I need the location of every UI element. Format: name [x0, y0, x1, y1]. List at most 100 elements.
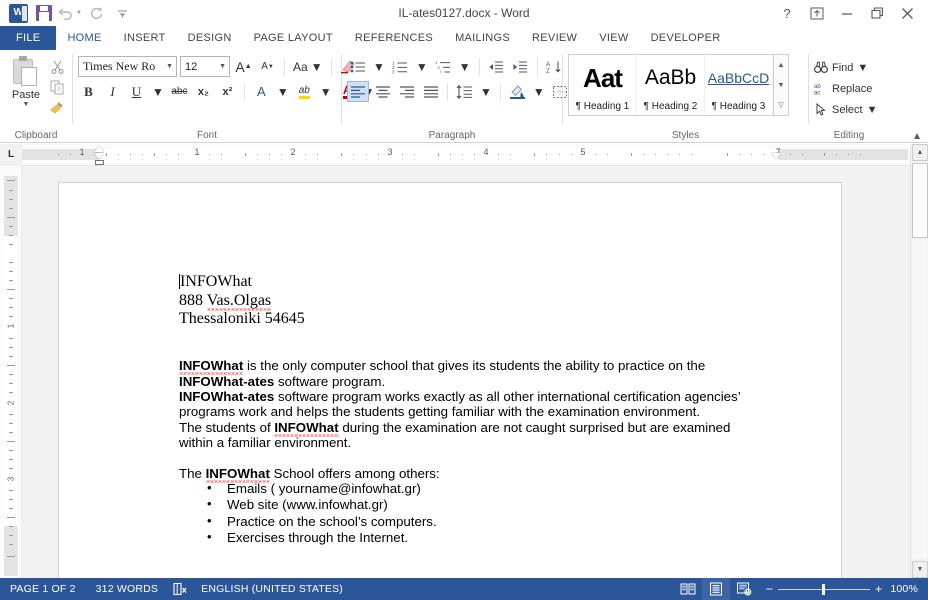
tab-mailings[interactable]: MAILINGS: [444, 26, 521, 50]
minimize-button[interactable]: [832, 1, 862, 25]
select-dropdown-icon[interactable]: ▼: [867, 104, 878, 116]
right-indent-marker[interactable]: [771, 152, 781, 159]
font-name-dropdown-icon[interactable]: ▼: [163, 63, 173, 70]
line-spacing-button[interactable]: [454, 81, 475, 102]
decrease-indent-button[interactable]: [486, 56, 507, 77]
word-app-icon[interactable]: W: [6, 2, 30, 24]
grow-font-button[interactable]: A ▲: [233, 56, 254, 77]
tab-page-layout[interactable]: PAGE LAYOUT: [243, 26, 344, 50]
document-page[interactable]: INFOWhat 888 Vas.Olgas Thessaloniki 5464…: [58, 182, 842, 578]
page-indicator[interactable]: PAGE 1 OF 2: [0, 578, 86, 600]
web-layout-button[interactable]: [730, 578, 758, 600]
help-button[interactable]: ?: [772, 1, 802, 25]
close-button[interactable]: [892, 1, 922, 25]
numbering-dropdown-icon[interactable]: ▼: [414, 56, 430, 77]
zoom-slider[interactable]: − +: [758, 583, 890, 595]
replace-button[interactable]: ab ac Replace: [814, 78, 872, 99]
copy-button[interactable]: [47, 78, 67, 96]
zoom-in-button[interactable]: +: [875, 583, 882, 595]
bold-button[interactable]: B: [78, 81, 99, 102]
subscript-button[interactable]: x₂: [193, 81, 214, 102]
save-button[interactable]: [32, 2, 56, 24]
document-canvas[interactable]: INFOWhat 888 Vas.Olgas Thessaloniki 5464…: [22, 166, 910, 578]
font-name-combo[interactable]: Times New Ro ▼: [78, 56, 177, 77]
multilevel-list-button[interactable]: 1ai: [433, 56, 454, 77]
collapse-ribbon-button[interactable]: ▲: [912, 131, 922, 142]
restore-button[interactable]: [862, 1, 892, 25]
scroll-up-button[interactable]: ▲: [912, 144, 928, 161]
text-highlight-color-button[interactable]: ab: [294, 81, 315, 102]
multilevel-list-dropdown-icon[interactable]: ▼: [457, 56, 473, 77]
tab-stop-selector[interactable]: L: [0, 143, 22, 166]
style-heading-3[interactable]: AaBbCcD ¶ Heading 3: [705, 55, 773, 115]
text-effects-button[interactable]: A: [251, 81, 272, 102]
align-right-button[interactable]: [396, 81, 417, 102]
scrollbar-thumb[interactable]: [912, 163, 928, 238]
format-painter-button[interactable]: [47, 99, 67, 117]
zoom-slider-handle[interactable]: [822, 583, 826, 595]
style-heading-2[interactable]: AaBb ¶ Heading 2: [637, 55, 705, 115]
tab-references[interactable]: REFERENCES: [344, 26, 444, 50]
sort-button[interactable]: AZ: [544, 56, 565, 77]
paste-button[interactable]: Paste ▼: [5, 53, 47, 109]
styles-scroll-down-icon[interactable]: ▼: [774, 75, 788, 95]
proofing-errors-icon[interactable]: [168, 578, 191, 600]
ribbon-display-options-button[interactable]: [802, 1, 832, 25]
tab-review[interactable]: REVIEW: [521, 26, 588, 50]
read-mode-button[interactable]: [674, 578, 702, 600]
select-button[interactable]: Select ▼: [814, 99, 877, 120]
zoom-out-button[interactable]: −: [766, 583, 773, 595]
zoom-level[interactable]: 100%: [890, 583, 928, 595]
center-button[interactable]: [372, 81, 393, 102]
shading-button[interactable]: [507, 81, 528, 102]
vertical-scrollbar[interactable]: ▲ ▼: [910, 144, 928, 578]
document-text-body[interactable]: INFOWhat 888 Vas.Olgas Thessaloniki 5464…: [179, 273, 749, 547]
bullets-button[interactable]: [347, 56, 368, 77]
styles-gallery-scrollbar[interactable]: ▲ ▼ ▽: [773, 55, 788, 115]
tab-file[interactable]: FILE: [0, 26, 57, 50]
horizontal-ruler[interactable]: L 1 1 2 3 4 5 7: [0, 143, 928, 166]
undo-button[interactable]: ▼: [58, 2, 82, 24]
font-size-dropdown-icon[interactable]: ▼: [216, 63, 226, 70]
paste-dropdown-icon[interactable]: ▼: [23, 101, 30, 109]
justify-button[interactable]: [420, 81, 441, 102]
line-spacing-dropdown-icon[interactable]: ▼: [478, 81, 494, 102]
tab-design[interactable]: DESIGN: [177, 26, 243, 50]
text-effects-dropdown-icon[interactable]: ▼: [275, 81, 291, 102]
tab-developer[interactable]: DEVELOPER: [640, 26, 732, 50]
find-dropdown-icon[interactable]: ▼: [857, 62, 868, 74]
find-button[interactable]: Find ▼: [814, 57, 868, 78]
vertical-ruler[interactable]: 1 2 3: [0, 166, 22, 578]
text-highlight-dropdown-icon[interactable]: ▼: [318, 81, 334, 102]
scroll-down-button[interactable]: ▼: [912, 561, 928, 578]
increase-indent-button[interactable]: [510, 56, 531, 77]
change-case-button[interactable]: Aa ▼: [291, 56, 325, 77]
font-size-combo[interactable]: 12 ▼: [180, 56, 230, 77]
redo-button[interactable]: [84, 2, 108, 24]
shading-dropdown-icon[interactable]: ▼: [531, 81, 547, 102]
styles-more-icon[interactable]: ▽: [774, 95, 788, 115]
superscript-button[interactable]: x²: [217, 81, 238, 102]
print-layout-button[interactable]: [701, 578, 730, 600]
align-left-button[interactable]: [347, 81, 369, 102]
tab-view[interactable]: VIEW: [588, 26, 639, 50]
styles-scroll-up-icon[interactable]: ▲: [774, 55, 788, 75]
first-line-indent-marker[interactable]: [94, 145, 104, 152]
zoom-slider-track[interactable]: [778, 583, 871, 595]
shrink-font-button[interactable]: A ▼: [257, 56, 278, 77]
underline-button[interactable]: U: [126, 81, 147, 102]
tab-insert[interactable]: INSERT: [113, 26, 177, 50]
style-heading-1[interactable]: Aat ¶ Heading 1: [569, 55, 637, 115]
underline-dropdown-icon[interactable]: ▼: [150, 81, 166, 102]
numbering-button[interactable]: 123: [390, 56, 411, 77]
customize-quick-access-button[interactable]: [110, 2, 134, 24]
language-indicator[interactable]: ENGLISH (UNITED STATES): [191, 578, 353, 600]
cut-button[interactable]: [47, 57, 67, 75]
tab-home[interactable]: HOME: [56, 26, 113, 50]
left-indent-marker[interactable]: [95, 159, 104, 165]
hanging-indent-marker[interactable]: [94, 152, 104, 159]
word-count[interactable]: 312 WORDS: [86, 578, 168, 600]
italic-button[interactable]: I: [102, 81, 123, 102]
strikethrough-button[interactable]: abc: [169, 81, 190, 102]
ruler-track[interactable]: 1 1 2 3 4 5 7: [22, 144, 908, 166]
